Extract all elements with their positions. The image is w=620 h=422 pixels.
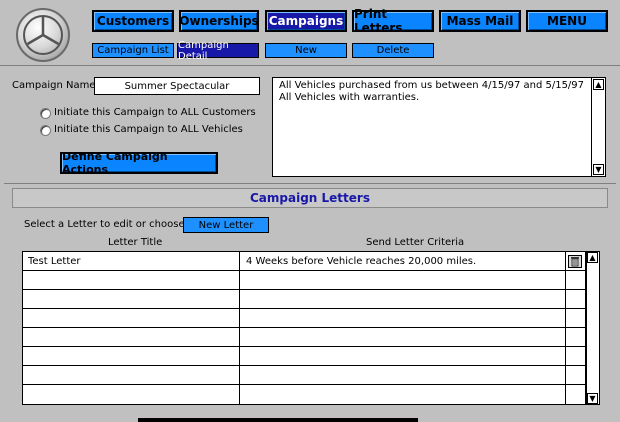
row-divider	[22, 289, 586, 290]
scroll-up-arrow-icon[interactable]: ▲	[587, 252, 598, 263]
new-letter-button[interactable]: New Letter	[183, 217, 269, 233]
tab-ownerships[interactable]: Ownerships	[179, 10, 259, 32]
row-divider	[22, 308, 586, 309]
campaign-name-label: Campaign Name	[12, 80, 96, 91]
criteria-line: All Vehicles with warranties.	[279, 92, 420, 103]
radio-all-customers[interactable]	[40, 108, 51, 119]
mercedes-logo-icon	[16, 8, 70, 62]
letters-table	[22, 251, 586, 405]
section-divider	[4, 183, 616, 184]
subtab-campaign-detail[interactable]: Campaign Detail	[177, 40, 259, 62]
radio-all-vehicles-label: Initiate this Campaign to ALL Vehicles	[54, 124, 243, 135]
row-divider	[22, 384, 586, 385]
table-row-title[interactable]: Test Letter	[28, 252, 236, 270]
col-header-letter-title: Letter Title	[108, 237, 163, 248]
subtab-campaign-list[interactable]: Campaign List	[92, 43, 174, 58]
scroll-up-arrow-icon[interactable]: ▲	[593, 79, 604, 90]
row-divider	[22, 327, 586, 328]
campaign-criteria-textarea[interactable]: All Vehicles purchased from us between 4…	[272, 77, 606, 177]
campaign-letters-title: Campaign Letters	[12, 188, 608, 208]
tab-customers[interactable]: Customers	[92, 10, 174, 32]
subtab-new[interactable]: New	[265, 43, 347, 58]
status-bar	[138, 418, 418, 422]
radio-all-vehicles[interactable]	[40, 125, 51, 136]
column-divider	[239, 251, 240, 405]
select-letter-prompt: Select a Letter to edit or choose:	[24, 219, 188, 230]
radio-all-customers-label: Initiate this Campaign to ALL Customers	[54, 107, 256, 118]
criteria-line: All Vehicles purchased from us between 4…	[279, 80, 585, 91]
table-row-criteria[interactable]: 4 Weeks before Vehicle reaches 20,000 mi…	[246, 252, 562, 270]
tab-mass-mail[interactable]: Mass Mail	[439, 10, 521, 32]
tab-print-letters[interactable]: Print Letters	[352, 7, 434, 35]
campaign-name-field[interactable]: Summer Spectacular	[94, 77, 260, 95]
subtab-delete[interactable]: Delete	[352, 43, 434, 58]
trash-icon[interactable]	[568, 255, 582, 268]
tab-menu[interactable]: MENU	[526, 10, 608, 32]
criteria-scrollbar[interactable]: ▲ ▼	[591, 78, 605, 176]
scroll-down-arrow-icon[interactable]: ▼	[593, 164, 604, 175]
col-header-send-criteria: Send Letter Criteria	[366, 237, 465, 248]
scroll-down-arrow-icon[interactable]: ▼	[587, 393, 598, 404]
row-divider	[22, 365, 586, 366]
define-campaign-actions-button[interactable]: Define Campaign Actions	[60, 150, 218, 176]
row-divider	[22, 270, 586, 271]
row-divider	[22, 346, 586, 347]
letters-scrollbar[interactable]: ▲ ▼	[586, 251, 600, 405]
tab-campaigns[interactable]: Campaigns	[265, 10, 347, 32]
column-divider	[565, 251, 566, 405]
